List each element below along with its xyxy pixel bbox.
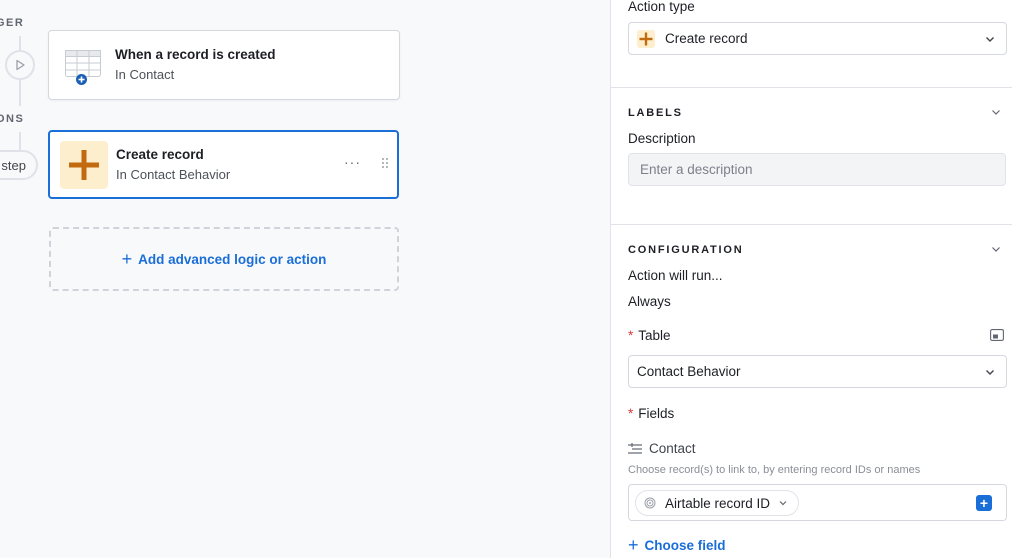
action-runs-value: Always — [628, 294, 671, 309]
contact-field-hint: Choose record(s) to link to, by entering… — [628, 464, 921, 476]
table-label-text: Table — [638, 328, 671, 343]
action-type-label: Action type — [628, 0, 695, 14]
chevron-down-icon — [986, 370, 994, 375]
fields-label: * Fields — [628, 406, 674, 421]
action-card-create-record[interactable]: Create record In Contact Behavior ··· — [48, 130, 399, 199]
choose-field-label: Choose field — [644, 537, 726, 553]
section-divider — [611, 87, 1012, 88]
chevron-down-icon[interactable] — [990, 106, 1002, 118]
fingerprint-icon — [644, 497, 656, 509]
plus-icon — [69, 149, 99, 180]
action-runs-label: Action will run... — [628, 268, 723, 283]
rail-connector — [19, 36, 21, 50]
drag-handle-icon[interactable] — [381, 156, 389, 174]
test-step-label: step — [1, 157, 26, 173]
action-icon-container — [60, 140, 108, 189]
table-icon — [59, 41, 107, 89]
action-config-panel: Action type Create record LABELS Descrip… — [610, 0, 1012, 558]
action-card-title: Create record — [116, 146, 204, 162]
automation-canvas: GER ONS step When a record is created In… — [0, 0, 610, 558]
required-marker: * — [628, 406, 634, 421]
action-card-subtitle: In Contact Behavior — [116, 166, 231, 182]
test-step-button[interactable]: step — [0, 150, 38, 180]
table-select[interactable]: Contact Behavior — [628, 355, 1007, 388]
record-id-mode-value: Airtable record ID — [665, 495, 771, 511]
trigger-section-label: GER — [0, 17, 25, 29]
trigger-card-title: When a record is created — [115, 47, 276, 62]
trigger-card[interactable]: When a record is created In Contact — [48, 30, 400, 100]
test-trigger-button[interactable] — [5, 50, 35, 80]
table-label: * Table — [628, 328, 671, 343]
chevron-down-icon — [986, 37, 994, 42]
add-advanced-logic-label: Add advanced logic or action — [138, 251, 327, 267]
required-marker: * — [628, 328, 634, 343]
description-placeholder: Enter a description — [640, 162, 753, 177]
table-select-value: Contact Behavior — [637, 364, 741, 379]
rail-connector — [19, 80, 21, 106]
action-type-value: Create record — [665, 31, 748, 46]
contact-field-label-text: Contact — [649, 441, 696, 456]
fields-label-text: Fields — [638, 406, 675, 421]
record-id-mode-select[interactable]: Airtable record ID — [635, 490, 800, 516]
plus-icon — [637, 29, 655, 48]
choose-field-button[interactable]: + Choose field — [628, 536, 726, 554]
trigger-card-subtitle: In Contact — [115, 67, 175, 82]
more-options-button[interactable]: ··· — [344, 154, 361, 170]
table-preview-icon[interactable] — [990, 329, 1004, 341]
description-label: Description — [628, 131, 696, 146]
add-record-button[interactable]: + — [976, 495, 992, 511]
description-input[interactable]: Enter a description — [628, 153, 1006, 186]
actions-section-label: ONS — [0, 113, 25, 125]
labels-section-heading: LABELS — [628, 107, 683, 119]
chevron-down-icon[interactable] — [990, 243, 1002, 255]
contact-field-label: Contact — [628, 441, 696, 456]
section-divider — [611, 224, 1012, 225]
linked-record-icon — [628, 442, 642, 454]
play-icon — [16, 59, 25, 71]
add-badge-icon — [76, 74, 87, 85]
action-type-select[interactable]: Create record — [628, 22, 1007, 55]
rail-connector — [19, 132, 21, 150]
add-advanced-logic-button[interactable]: + Add advanced logic or action — [49, 227, 399, 291]
chevron-down-icon — [779, 501, 787, 506]
configuration-section-heading: CONFIGURATION — [628, 244, 744, 256]
plus-icon: + — [979, 495, 989, 511]
contact-field-input[interactable]: Airtable record ID + — [628, 484, 1007, 521]
plus-icon: + — [121, 249, 133, 269]
plus-icon: + — [628, 535, 639, 555]
